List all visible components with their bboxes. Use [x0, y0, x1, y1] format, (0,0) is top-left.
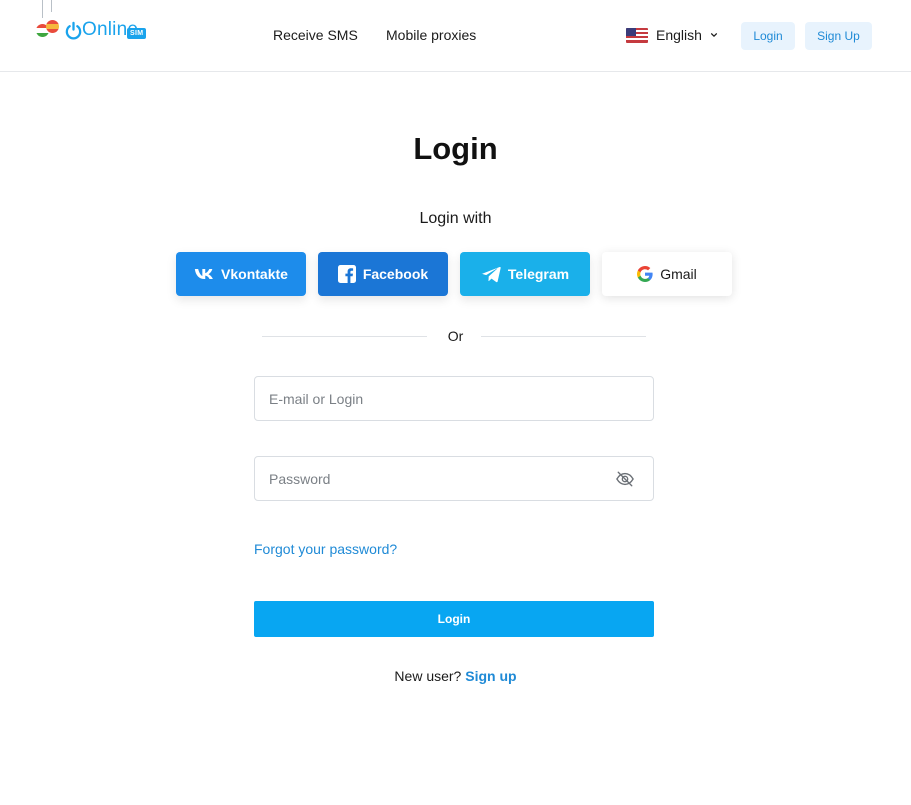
signup-link[interactable]: Sign up [465, 668, 516, 684]
ornament-string [42, 0, 43, 18]
password-field-wrapper [254, 456, 654, 501]
new-user-text: New user? [394, 668, 462, 684]
nav-mobile-proxies[interactable]: Mobile proxies [386, 27, 476, 43]
facebook-login-button[interactable]: Facebook [318, 252, 448, 296]
language-selector[interactable]: English [626, 26, 718, 44]
telegram-login-button[interactable]: Telegram [460, 252, 590, 296]
vk-login-label: Vkontakte [221, 266, 288, 282]
language-label: English [656, 27, 702, 43]
gmail-login-label: Gmail [660, 266, 697, 282]
vk-icon [194, 269, 213, 279]
vk-login-button[interactable]: Vkontakte [176, 252, 306, 296]
logo-sim-badge: SIM [127, 28, 147, 39]
facebook-icon [337, 265, 356, 283]
google-icon [637, 266, 653, 282]
us-flag-icon [626, 27, 648, 43]
site-header: Online SIM Receive SMS Mobile proxies En… [0, 0, 911, 72]
page-title: Login [413, 131, 498, 166]
ornament-string [51, 0, 52, 12]
nav-receive-sms[interactable]: Receive SMS [273, 27, 358, 43]
divider-right [481, 336, 646, 337]
telegram-login-label: Telegram [507, 266, 570, 282]
ornament-ball-icon [46, 20, 59, 33]
new-user-prompt: New user? Sign up [0, 668, 911, 684]
password-input[interactable] [255, 457, 653, 500]
login-submit-button[interactable]: Login [254, 601, 654, 637]
gmail-login-button[interactable]: Gmail [602, 252, 732, 296]
email-login-input[interactable] [255, 377, 653, 420]
onlinesim-logo[interactable]: Online SIM [34, 0, 154, 48]
eye-hidden-icon[interactable] [615, 470, 635, 488]
login-with-label: Login with [419, 210, 492, 227]
facebook-login-label: Facebook [362, 266, 429, 282]
header-signup-button[interactable]: Sign Up [805, 22, 872, 50]
header-login-button[interactable]: Login [741, 22, 795, 50]
telegram-icon [481, 266, 501, 282]
or-separator: Or [447, 328, 464, 344]
email-field-wrapper [254, 376, 654, 421]
forgot-password-link[interactable]: Forgot your password? [254, 541, 397, 557]
power-icon [65, 21, 82, 40]
chevron-down-icon [710, 33, 717, 37]
